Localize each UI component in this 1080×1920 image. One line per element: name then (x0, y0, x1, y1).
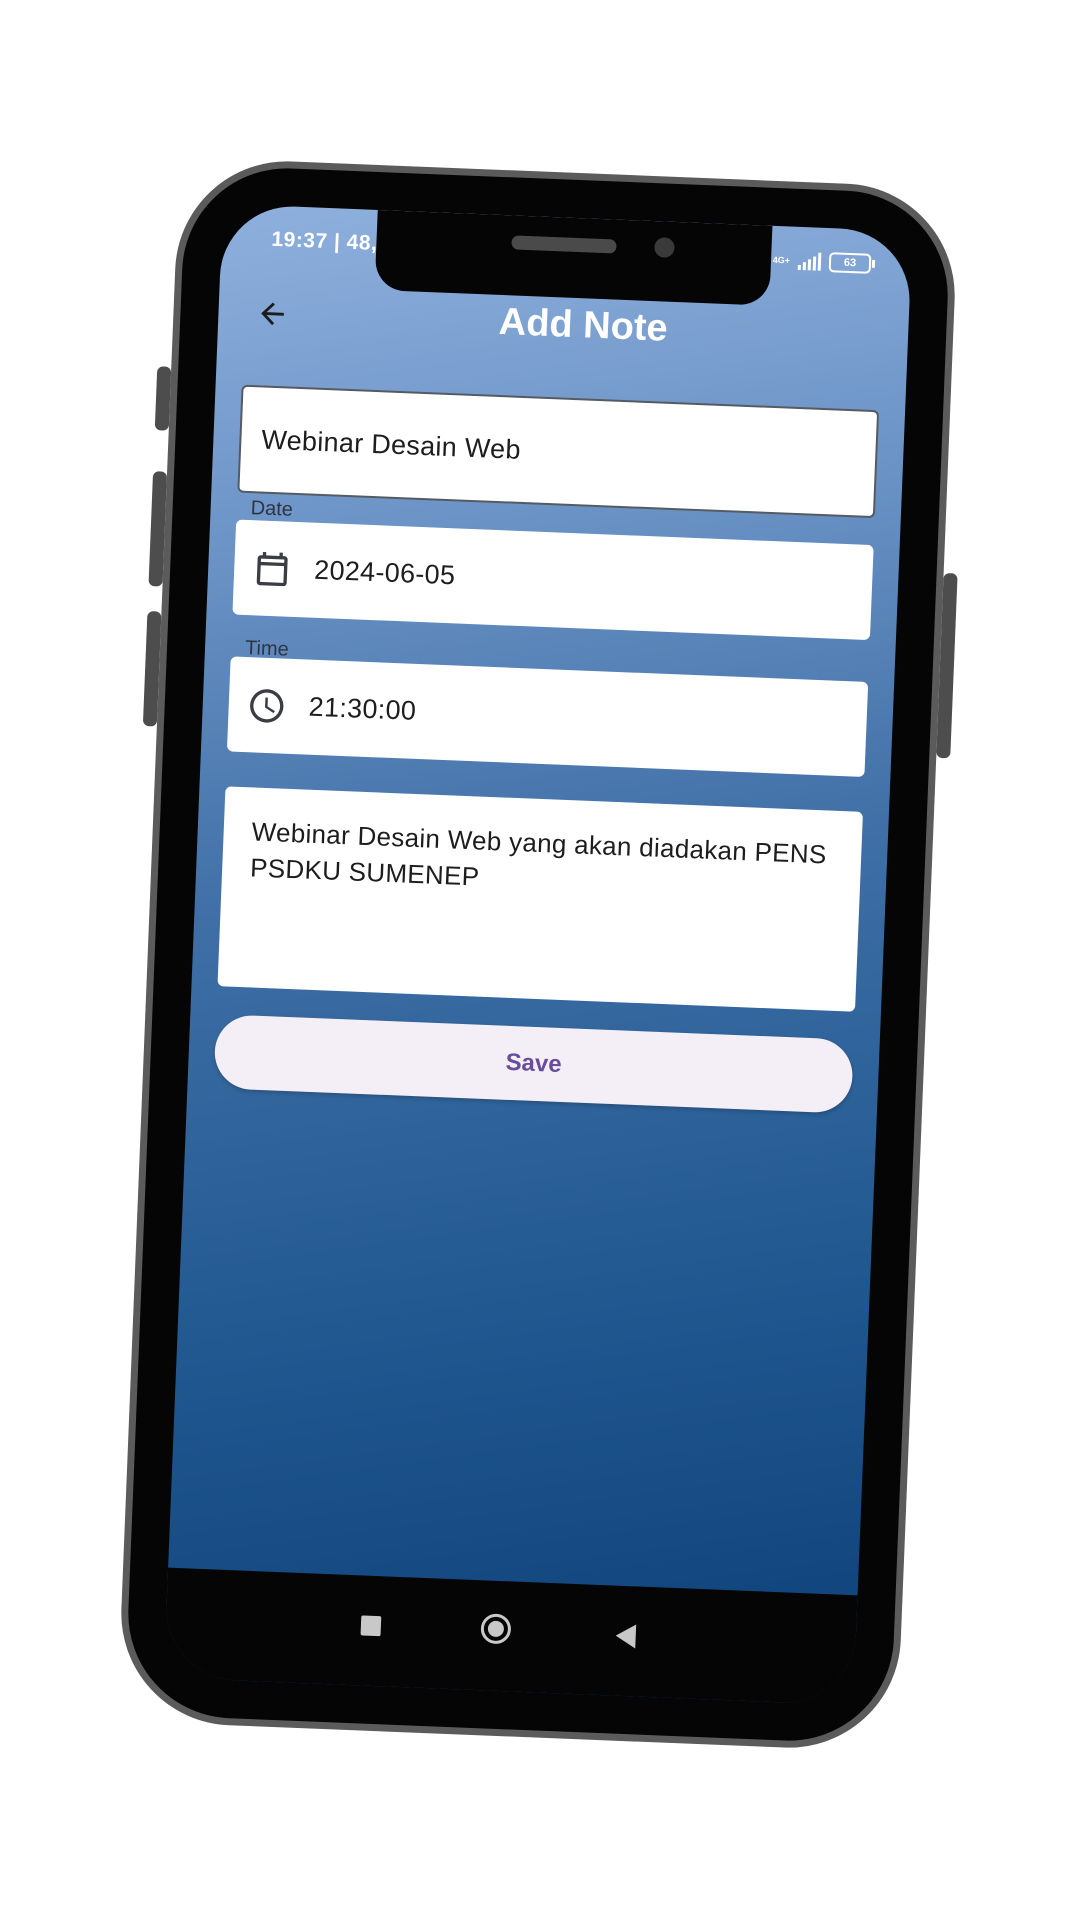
date-field[interactable]: 2024-06-05 (232, 519, 874, 641)
date-label: Date (250, 497, 294, 521)
app-bar: Add Note (217, 272, 910, 380)
calendar-icon (256, 551, 288, 586)
status-time: 19:37 | 48,4 (271, 227, 390, 256)
battery-icon: 63 (828, 252, 872, 274)
clock-icon (250, 688, 284, 723)
page-title: Add Note (498, 300, 669, 350)
note-title-value: Webinar Desain Web (260, 423, 522, 465)
home-icon[interactable] (480, 1613, 512, 1645)
save-button[interactable]: Save (213, 1014, 854, 1114)
note-title-input[interactable]: Webinar Desain Web (237, 384, 880, 519)
phone-screen: 19:37 | 48,4 4G+ 63 Add Note Webinar Des… (163, 203, 913, 1706)
back-triangle-icon[interactable] (615, 1623, 637, 1649)
recents-icon[interactable] (360, 1615, 382, 1637)
note-description-textarea[interactable]: Webinar Desain Web yang akan diadakan PE… (217, 786, 863, 1012)
network-type: 4G+ (772, 254, 791, 266)
stage: 19:37 | 48,4 4G+ 63 Add Note Webinar Des… (0, 0, 1080, 1920)
date-value: 2024-06-05 (313, 554, 456, 591)
phone-mockup: 19:37 | 48,4 4G+ 63 Add Note Webinar Des… (116, 156, 960, 1753)
status-indicators: 4G+ 63 (772, 250, 872, 274)
note-description-value: Webinar Desain Web yang akan diadakan PE… (249, 816, 828, 892)
front-camera (654, 237, 675, 258)
signal-icon (797, 252, 822, 271)
time-field[interactable]: 21:30:00 (226, 656, 869, 777)
speaker-grille (511, 235, 617, 254)
time-value: 21:30:00 (308, 691, 417, 726)
